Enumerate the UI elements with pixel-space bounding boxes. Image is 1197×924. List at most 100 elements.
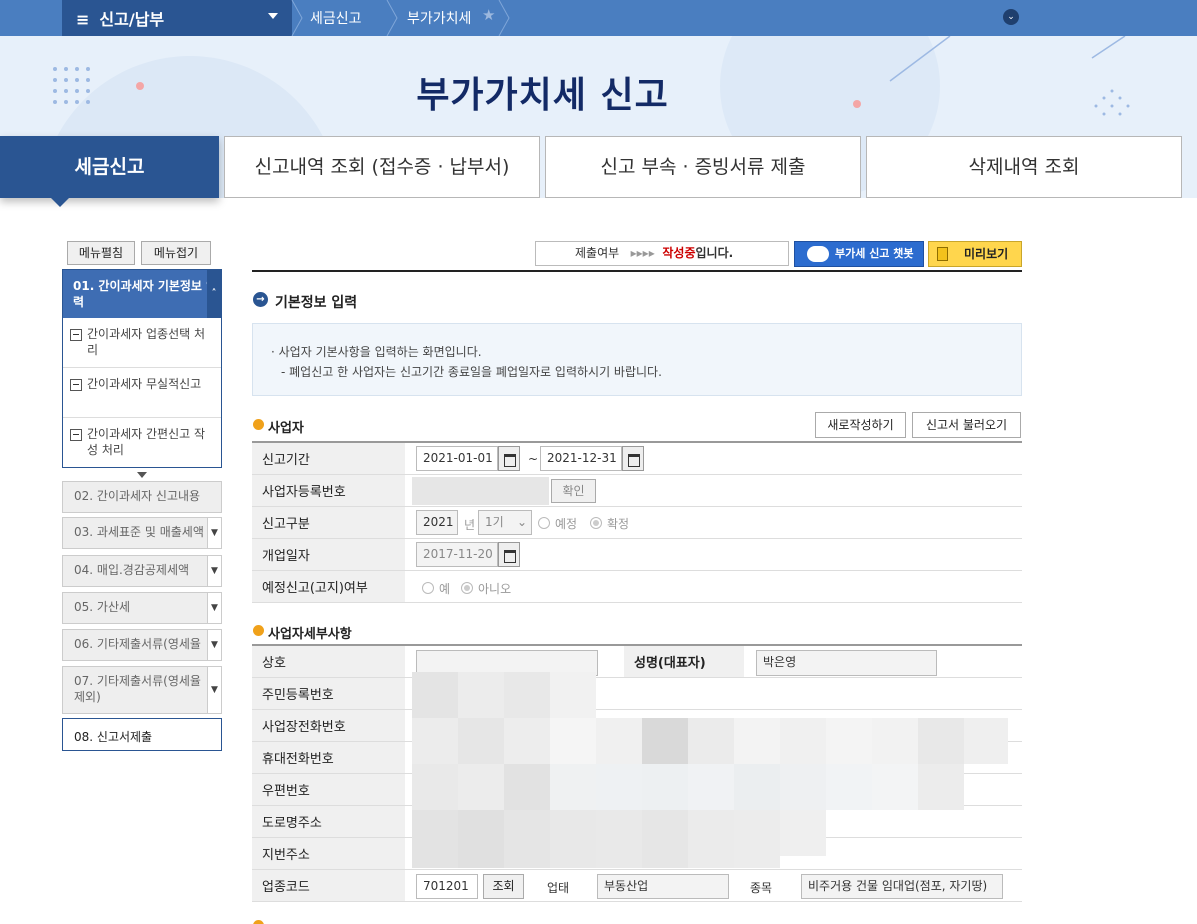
sidebar-group-03[interactable]: 03. 과세표준 및 매출세액 ▼	[62, 517, 222, 549]
chevron-down-icon[interactable]: ▼	[207, 518, 221, 548]
name-label: 상호	[252, 646, 405, 677]
confirm-button[interactable]: 확인	[551, 479, 596, 503]
term-select[interactable]: 1기 ⌄	[478, 510, 532, 535]
industry-code-input[interactable]: 701201	[416, 874, 478, 899]
radio-no[interactable]	[461, 582, 473, 594]
sidebar-group-08[interactable]: 08. 신고서제출	[62, 718, 222, 751]
form-row: 사업자등록번호 확인	[252, 475, 1022, 507]
breadcrumb-vat[interactable]: 부가가치세	[407, 0, 471, 36]
collapse-menu-button[interactable]: 메뉴접기	[141, 241, 211, 265]
open-date-label: 개업일자	[252, 539, 405, 570]
sidebar-group-05[interactable]: 05. 가산세 ▼	[62, 592, 222, 624]
tab-attachments[interactable]: 신고 부속 · 증빙서류 제출	[545, 136, 861, 198]
sidebar-group-label: 07. 기타제출서류(영세율 제외)	[74, 674, 201, 704]
new-write-button[interactable]: 새로작성하기	[815, 412, 906, 438]
breadcrumb-tax-return[interactable]: 세금신고	[310, 0, 362, 36]
sidebar-group-label: 03. 과세표준 및 매출세액	[74, 525, 204, 539]
sidebar-item-no-record[interactable]: 간이과세자 무실적신고	[63, 368, 221, 418]
radio-yes-label: 예	[439, 582, 451, 596]
tab-tax-return[interactable]: 세금신고	[0, 136, 219, 198]
sidebar-group-07[interactable]: 07. 기타제출서류(영세율 제외) ▼	[62, 666, 222, 714]
bullet-icon	[253, 920, 264, 924]
industry-label: 업종코드	[252, 870, 405, 901]
redacted-field	[412, 477, 549, 505]
preview-button[interactable]: 미리보기	[928, 241, 1022, 267]
top-navigation-bar: ≡ 신고/납부 세금신고 부가가치세 ★ ⌄	[0, 0, 1197, 36]
bullet-icon	[253, 625, 264, 636]
main-menu-dropdown[interactable]: ≡ 신고/납부	[62, 0, 292, 36]
notice-label: 예정신고(고지)여부	[252, 571, 405, 602]
business-title: 사업자	[268, 421, 304, 436]
status-suffix: 입니다.	[695, 246, 734, 260]
load-return-button[interactable]: 신고서 불러오기	[912, 412, 1021, 438]
breadcrumb-separator	[386, 0, 398, 36]
sidebar-group-06[interactable]: 06. 기타제출서류(영세율 ▼	[62, 629, 222, 661]
form-row: 개업일자 2017-11-20	[252, 539, 1022, 571]
calendar-icon[interactable]	[498, 542, 520, 567]
year-input[interactable]: 2021	[416, 510, 458, 535]
sidebar-item-label: 간이과세자 무실적신고	[87, 377, 202, 391]
chevron-down-icon[interactable]: ▼	[207, 593, 221, 623]
bullet-icon	[253, 419, 264, 430]
radio-yes[interactable]	[422, 582, 434, 594]
favorite-star-icon[interactable]: ★	[482, 0, 495, 36]
main-menu-label: 신고/납부	[99, 10, 165, 29]
tab-history[interactable]: 신고내역 조회 (접수증 · 납부서)	[224, 136, 540, 198]
vat-chatbot-button[interactable]: 부가세 신고 챗봇	[794, 241, 924, 267]
sidebar-group-04[interactable]: 04. 매입.경감공제세액 ▼	[62, 555, 222, 587]
expand-circle-icon[interactable]: ⌄	[1003, 9, 1019, 25]
year-unit: 년	[464, 518, 476, 532]
calendar-icon[interactable]	[622, 446, 644, 471]
period-tilde: ~	[528, 452, 539, 466]
sidebar-item-label: 간이과세자 간편신고 작성 처리	[87, 427, 206, 457]
form-row: 예정신고(고지)여부 예 아니오	[252, 571, 1022, 603]
sidebar-item-industry[interactable]: 간이과세자 업종선택 처리	[63, 318, 221, 368]
item-input[interactable]: 비주거용 건물 임대업(점포, 자기땅)	[801, 874, 1003, 899]
sidebar-group-02[interactable]: 02. 간이과세자 신고내용	[62, 481, 222, 513]
expand-menu-button[interactable]: 메뉴펼침	[67, 241, 135, 265]
details-title: 사업자세부사항	[268, 627, 352, 642]
chevron-down-icon[interactable]: ▼	[207, 667, 221, 713]
period-label: 신고기간	[252, 443, 405, 474]
radio-final[interactable]	[590, 517, 602, 529]
arrow-circle-icon: →	[253, 292, 268, 307]
minus-box-icon	[70, 429, 82, 441]
chevron-down-icon	[268, 13, 278, 19]
sidebar-group-label: 04. 매입.경감공제세액	[74, 563, 190, 577]
info-line: - 폐업신고 한 사업자는 신고기간 종료일을 폐업일자로 입력하시기 바랍니다…	[281, 365, 662, 379]
divider	[252, 270, 1022, 272]
redacted-mosaic	[412, 672, 1008, 868]
sidebar-group-label: 05. 가산세	[74, 600, 131, 614]
tab-deleted[interactable]: 삭제내역 조회	[866, 136, 1182, 198]
chevron-up-icon[interactable]: ˄	[207, 270, 221, 318]
radio-plan[interactable]	[538, 517, 550, 529]
minus-box-icon	[70, 379, 82, 391]
chatbot-icon	[807, 246, 829, 262]
biz-input[interactable]: 부동산업	[597, 874, 729, 899]
sidebar-item-simple[interactable]: 간이과세자 간편신고 작성 처리	[63, 418, 221, 468]
calendar-icon[interactable]	[498, 446, 520, 471]
period-to-input[interactable]: 2021-12-31	[540, 446, 622, 471]
resident-label: 주민등록번호	[252, 678, 405, 709]
lot-label: 지번주소	[252, 838, 405, 869]
breadcrumb-separator	[291, 0, 303, 36]
sidebar-group-header[interactable]: 01. 간이과세자 기본정보 입력 ˄	[63, 270, 221, 318]
sidebar-group-label: 06. 기타제출서류(영세율	[74, 637, 201, 651]
mobile-label: 휴대전화번호	[252, 742, 405, 773]
sidebar-group-label: 02. 간이과세자 신고내용	[74, 489, 201, 503]
down-arrow-icon	[137, 472, 147, 478]
item-label: 종목	[750, 881, 773, 895]
chevron-down-icon[interactable]: ▼	[207, 556, 221, 586]
form-row: 업종코드 701201 조회 업태 부동산업 종목 비주거용 건물 임대업(점포…	[252, 870, 1022, 902]
form-row: 신고구분 2021 년 1기 ⌄ 예정 확정	[252, 507, 1022, 539]
sidebar-group-basic-info: 01. 간이과세자 기본정보 입력 ˄ 간이과세자 업종선택 처리 간이과세자 무…	[62, 269, 222, 468]
chevron-down-icon[interactable]: ▼	[207, 630, 221, 660]
breadcrumb-separator	[498, 0, 510, 36]
open-date-input[interactable]: 2017-11-20	[416, 542, 498, 567]
type-label: 신고구분	[252, 507, 405, 538]
biz-label: 업태	[547, 881, 570, 895]
period-from-input[interactable]: 2021-01-01	[416, 446, 498, 471]
business-form: 신고기간 2021-01-01 ~ 2021-12-31 사업자등록번호 확인 …	[252, 441, 1022, 603]
page-title: 부가가치세 신고	[416, 75, 669, 116]
industry-search-button[interactable]: 조회	[483, 874, 524, 899]
